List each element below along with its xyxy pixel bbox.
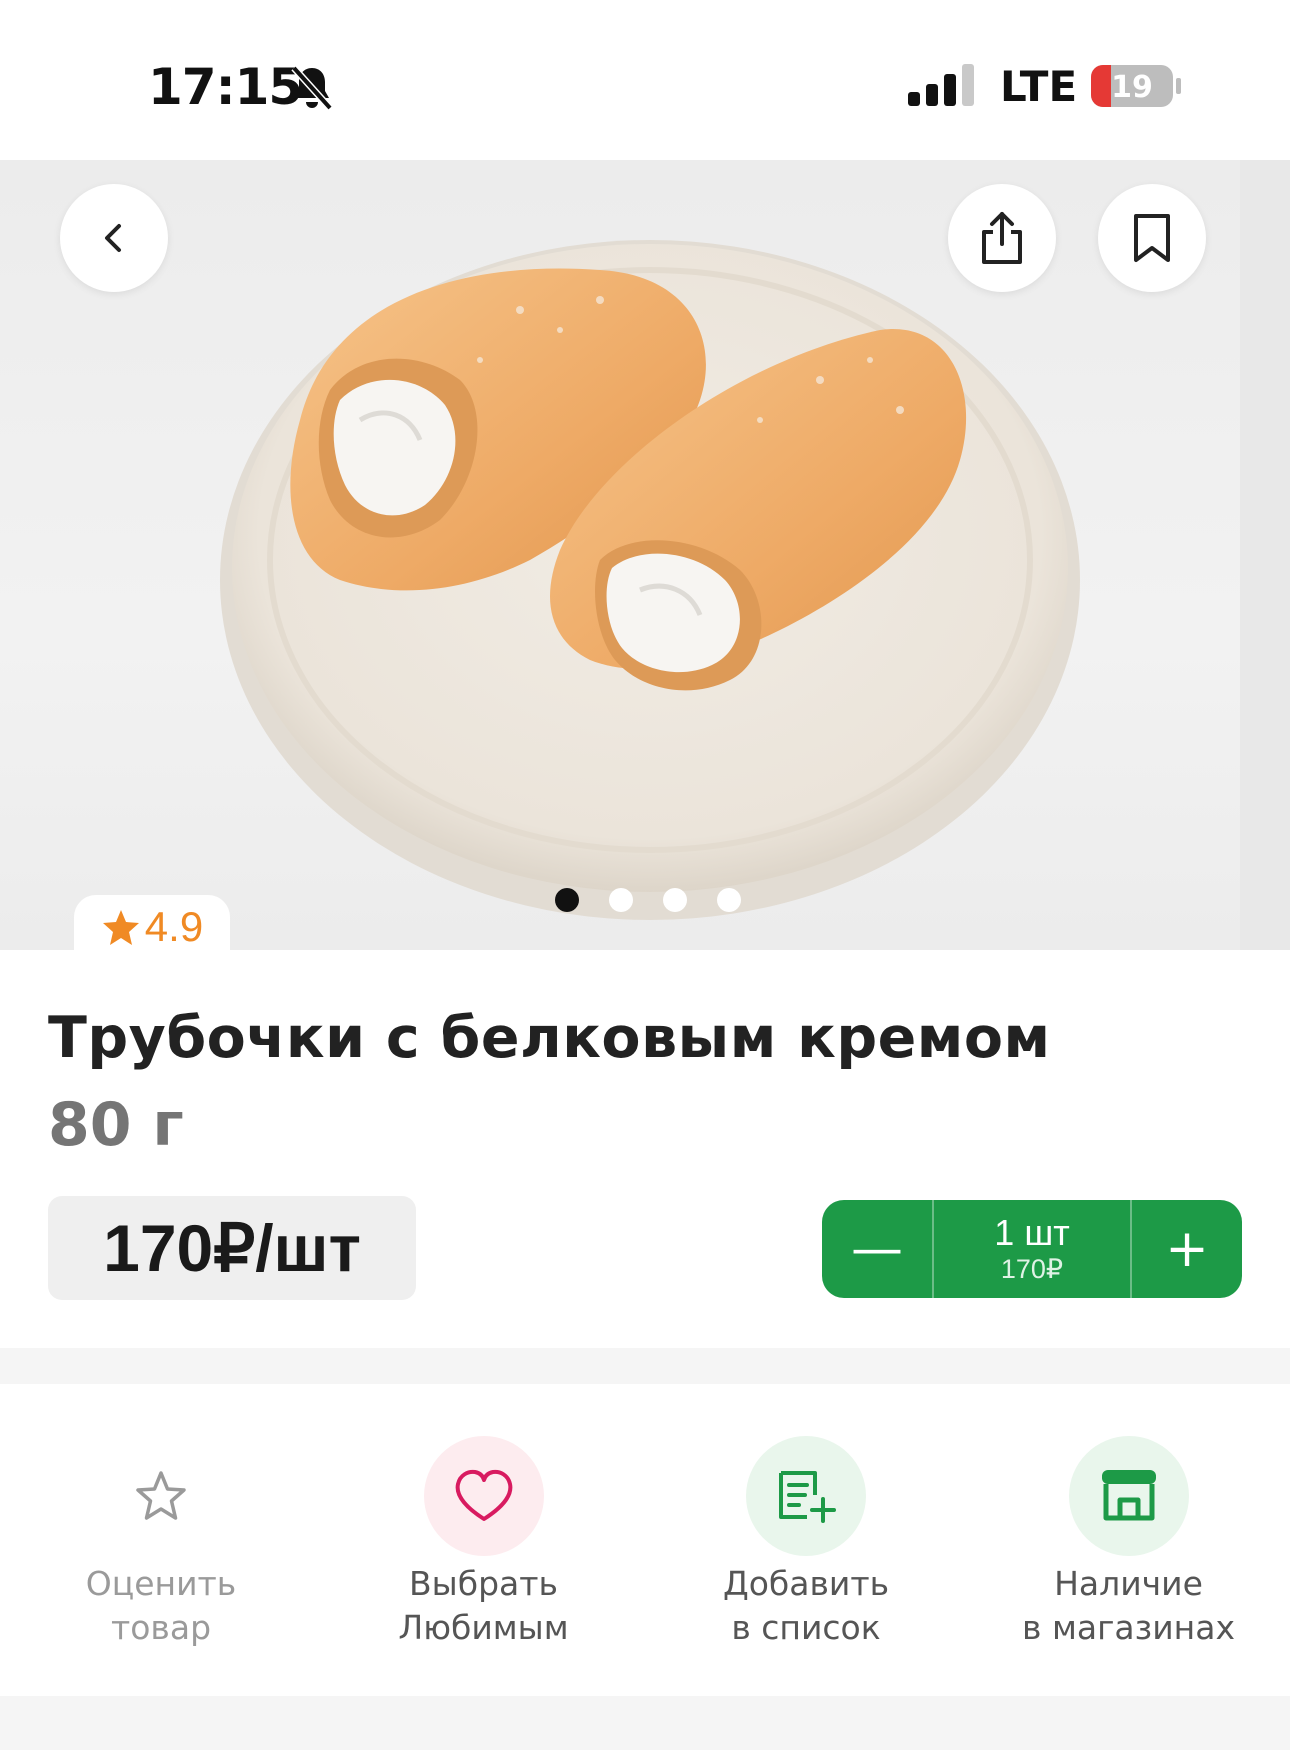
bookmark-button[interactable] — [1098, 184, 1206, 292]
action-label: Наличие в магазинах — [1022, 1564, 1235, 1647]
product-title: Трубочки с белковым кремом — [48, 1005, 1051, 1071]
increase-button[interactable]: + — [1132, 1200, 1242, 1298]
share-icon — [982, 212, 1022, 264]
favorite-button[interactable]: Выбрать Любимым — [323, 1384, 646, 1696]
price-chip: 170₽/шт — [48, 1196, 416, 1300]
action-label: Выбрать Любимым — [398, 1564, 569, 1647]
quantity-count: 1 шт — [994, 1212, 1070, 1253]
rating-badge: 4.9 — [74, 895, 230, 950]
pagination-dot[interactable] — [609, 888, 633, 912]
store-availability-button[interactable]: Наличие в магазинах — [968, 1384, 1290, 1696]
star-filled-icon — [102, 910, 139, 945]
product-weight: 80 г — [48, 1090, 184, 1160]
network-type: LTE — [1000, 62, 1078, 111]
add-to-list-icon — [779, 1471, 836, 1523]
action-label: Оценить товар — [85, 1564, 237, 1647]
gallery-pagination — [555, 888, 741, 912]
product-photo — [220, 160, 1290, 950]
add-to-list-icon-wrap — [746, 1436, 866, 1556]
store-icon — [1101, 1470, 1156, 1521]
rate-product-button[interactable]: Оценить товар — [0, 1384, 323, 1696]
share-button[interactable] — [948, 184, 1056, 292]
status-bar: 17:15 LTE 19 — [0, 0, 1290, 160]
pagination-dot[interactable] — [717, 888, 741, 912]
product-price: 170₽/шт — [103, 1210, 361, 1285]
pagination-dot[interactable] — [555, 888, 579, 912]
signal-icon — [908, 64, 974, 106]
quantity-sum: 170₽ — [1000, 1254, 1064, 1284]
pagination-dot[interactable] — [663, 888, 687, 912]
bell-muted-icon — [291, 65, 333, 111]
status-time: 17:15 — [148, 58, 303, 116]
section-divider — [0, 1348, 1290, 1384]
battery-level: 19 — [1111, 70, 1153, 105]
actions-row: Оценить товар Выбрать Любимым Добавить в сп… — [0, 1384, 1290, 1696]
bottom-section-band — [0, 1696, 1290, 1750]
bookmark-icon — [1134, 214, 1170, 262]
rating-value: 4.9 — [144, 903, 204, 950]
quantity-display: 1 шт 170₽ — [932, 1200, 1132, 1298]
add-to-list-button[interactable]: Добавить в список — [645, 1384, 968, 1696]
decrease-button[interactable]: — — [822, 1200, 932, 1298]
heart-icon — [455, 1469, 512, 1521]
favorite-icon-wrap — [423, 1436, 544, 1556]
product-gallery[interactable]: 4.9 — [0, 160, 1290, 950]
action-label: Добавить в список — [722, 1564, 890, 1647]
star-outline-icon — [136, 1471, 186, 1520]
store-icon-wrap — [1068, 1436, 1189, 1556]
back-button[interactable] — [60, 184, 168, 292]
battery-icon: 19 — [1091, 65, 1181, 107]
rate-icon-wrap — [101, 1436, 221, 1556]
quantity-stepper: — 1 шт 170₽ + — [822, 1200, 1242, 1298]
chevron-left-icon — [105, 224, 121, 252]
